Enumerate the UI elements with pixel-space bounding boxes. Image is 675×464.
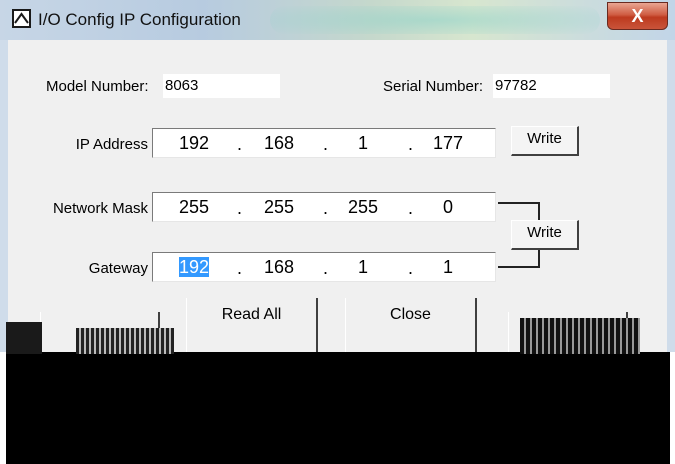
title-bar-glow [270, 6, 600, 34]
gateway-separator: . [323, 258, 329, 278]
network-mask-label: Network Mask [52, 200, 148, 217]
redacted-region [6, 352, 670, 464]
title-bar[interactable]: I/O Config IP Configuration X [0, 0, 675, 40]
close-label: Close [390, 306, 431, 323]
ip-separator: . [237, 134, 243, 154]
write-ip-button[interactable]: Write [511, 126, 579, 156]
gateway-octet-4[interactable]: 1 [425, 256, 471, 278]
ip-octet-2[interactable]: 168 [256, 132, 302, 154]
serial-number-value: 97782 [493, 74, 610, 98]
close-window-button[interactable]: X [607, 2, 668, 30]
gateway-separator: . [408, 258, 414, 278]
gateway-octet-1[interactable]: 192 [179, 256, 210, 278]
mask-octet-4[interactable]: 0 [425, 196, 471, 218]
ip-separator: . [408, 134, 414, 154]
model-number-label: Model Number: [46, 78, 149, 95]
gateway-label: Gateway [88, 260, 148, 277]
mask-separator: . [408, 198, 414, 218]
ip-octet-3[interactable]: 1 [340, 132, 386, 154]
mask-octet-1[interactable]: 255 [171, 196, 217, 218]
ip-address-field[interactable]: 192 . 168 . 1 . 177 [152, 128, 496, 158]
mask-octet-2[interactable]: 255 [256, 196, 302, 218]
glitch-artifact [520, 318, 640, 354]
ip-octet-4[interactable]: 177 [425, 132, 471, 154]
ip-address-label: IP Address [75, 136, 148, 153]
gateway-octet-1-selection: 192 [179, 257, 210, 277]
mask-separator: . [323, 198, 329, 218]
app-icon [12, 9, 31, 28]
mask-octet-3[interactable]: 255 [340, 196, 386, 218]
model-number-value: 8063 [163, 74, 280, 98]
gateway-octet-2[interactable]: 168 [256, 256, 302, 278]
dialog-client-area: Model Number: 8063 Serial Number: 97782 … [8, 40, 667, 352]
dialog-window: I/O Config IP Configuration X Model Numb… [0, 0, 675, 352]
read-all-label: Read All [221, 306, 282, 323]
network-mask-field[interactable]: 255 . 255 . 255 . 0 [152, 192, 496, 222]
window-title: I/O Config IP Configuration [38, 10, 241, 29]
mask-separator: . [237, 198, 243, 218]
read-all-button[interactable]: Read All [186, 298, 318, 352]
serial-number-label: Serial Number: [383, 78, 484, 95]
gateway-separator: . [237, 258, 243, 278]
write-mask-gateway-button[interactable]: Write [511, 220, 579, 250]
ip-separator: . [323, 134, 329, 154]
glitch-artifact [76, 328, 174, 354]
close-button[interactable]: Close [345, 298, 477, 352]
gateway-octet-3[interactable]: 1 [340, 256, 386, 278]
glitch-artifact [6, 322, 42, 354]
gateway-field[interactable]: 192 . 168 . 1 . 1 [152, 252, 496, 282]
ip-octet-1[interactable]: 192 [171, 132, 217, 154]
